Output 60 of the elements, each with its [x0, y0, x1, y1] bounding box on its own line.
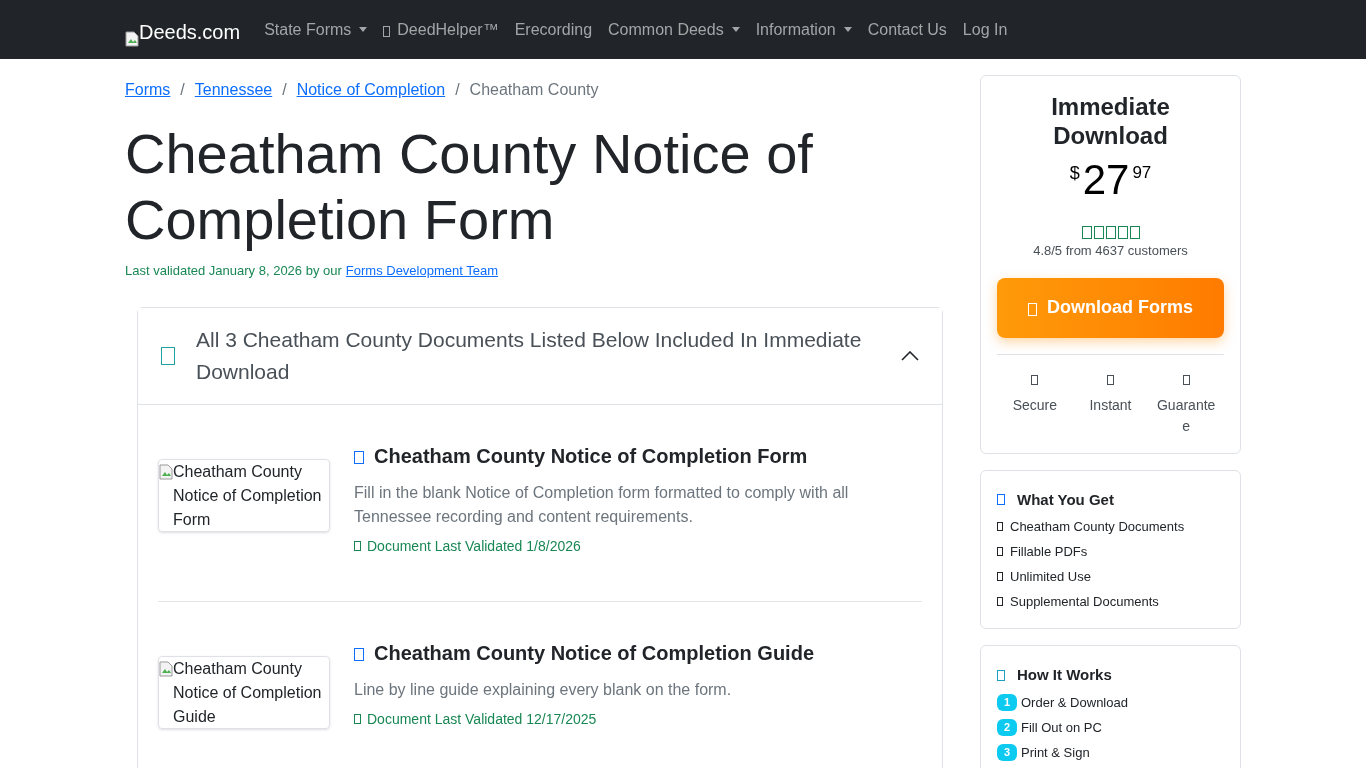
- validated-date: Document Last Validated 1/8/2026: [367, 536, 581, 556]
- caret-icon: [843, 27, 852, 32]
- feature-label: Secure: [1012, 395, 1057, 415]
- breadcrumb-link[interactable]: Forms: [125, 78, 171, 102]
- square-icon: [1081, 226, 1092, 239]
- benefit-item: Fillable PDFs: [1010, 543, 1088, 561]
- image-alt-text: Cheatham County Notice of Completion Form: [173, 461, 323, 530]
- step-label: Print & Sign: [1021, 743, 1090, 762]
- nav-link[interactable]: Information: [755, 17, 852, 42]
- document-title: Cheatham County Notice of Completion Guide: [374, 640, 814, 666]
- breadcrumb-separator: /: [455, 80, 460, 100]
- benefit-item: Unlimited Use: [1010, 568, 1091, 586]
- card-title: Immediate Download: [1050, 92, 1171, 150]
- team-link[interactable]: Forms Development Team: [345, 261, 499, 281]
- document-description: Line by line guide explaining every blank on the form.: [354, 679, 733, 700]
- square-icon: [383, 26, 391, 37]
- breadcrumb-link[interactable]: Notice of Completion: [296, 78, 446, 102]
- step-number-badge: 3: [997, 743, 1017, 761]
- feature-label: Guarante e: [1156, 395, 1216, 436]
- benefit-item: Supplemental Documents: [1010, 593, 1159, 611]
- step-label: Order & Download: [1021, 693, 1128, 712]
- nav-link[interactable]: DeedHelper™: [383, 17, 499, 42]
- breadcrumb-separator: /: [180, 80, 185, 100]
- nav-link[interactable]: Erecording: [514, 17, 593, 42]
- image-alt-text: Cheatham County Notice of Completion Guide: [173, 658, 323, 727]
- chevron-icon: [901, 350, 919, 361]
- breadcrumb-separator: /: [282, 80, 287, 100]
- card-heading: How It Works: [1017, 665, 1112, 685]
- accordion-header[interactable]: All 3 Cheatham County Documents Listed Below Included In Immediate Download: [138, 307, 942, 405]
- breadcrumb-link[interactable]: Tennessee: [194, 78, 273, 102]
- nav-link[interactable]: Log In: [962, 17, 1008, 42]
- square-icon: [1105, 226, 1116, 239]
- square-icon: [1117, 226, 1128, 239]
- broken-image-icon: [159, 463, 173, 480]
- step-number-badge: 1: [997, 693, 1017, 711]
- validated-text: Last validated January 8, 2026 by our: [125, 262, 342, 280]
- benefit-item: Cheatham County Documents: [1010, 518, 1185, 536]
- document-description: Fill in the blank Notice of Completion form formatted to comply with all Tennessee recording and content requirements.: [354, 482, 850, 527]
- document-title: Cheatham County Notice of Completion Form: [374, 443, 808, 469]
- feature-label: Instant: [1089, 395, 1132, 415]
- nav-link[interactable]: State Forms: [264, 17, 368, 42]
- broken-image-icon: [125, 30, 139, 47]
- currency: $: [1069, 162, 1080, 185]
- validated-date: Document Last Validated 12/17/2025: [367, 709, 597, 729]
- step-label: Fill Out on PC: [1021, 718, 1102, 737]
- card-heading: What You Get: [1017, 489, 1114, 510]
- broken-image-icon: [159, 660, 173, 677]
- step-number-badge: 2: [997, 718, 1017, 736]
- page-title: Cheatham County Notice of Completion Form: [125, 121, 814, 253]
- nav-link[interactable]: Common Deeds: [608, 17, 740, 42]
- caret-icon: [359, 27, 368, 32]
- brand-logo-link[interactable]: Deeds.com: [125, 16, 241, 47]
- price: 27: [1082, 156, 1130, 204]
- square-icon: [1093, 226, 1104, 239]
- square-icon: [1129, 226, 1140, 239]
- breadcrumb-current: Cheatham County: [469, 80, 599, 100]
- nav-link[interactable]: Contact Us: [867, 17, 947, 42]
- rating-text: 4.8/5 from 4637 customers: [1033, 242, 1188, 260]
- caret-icon: [731, 27, 740, 32]
- price-cents: 97: [1132, 162, 1152, 184]
